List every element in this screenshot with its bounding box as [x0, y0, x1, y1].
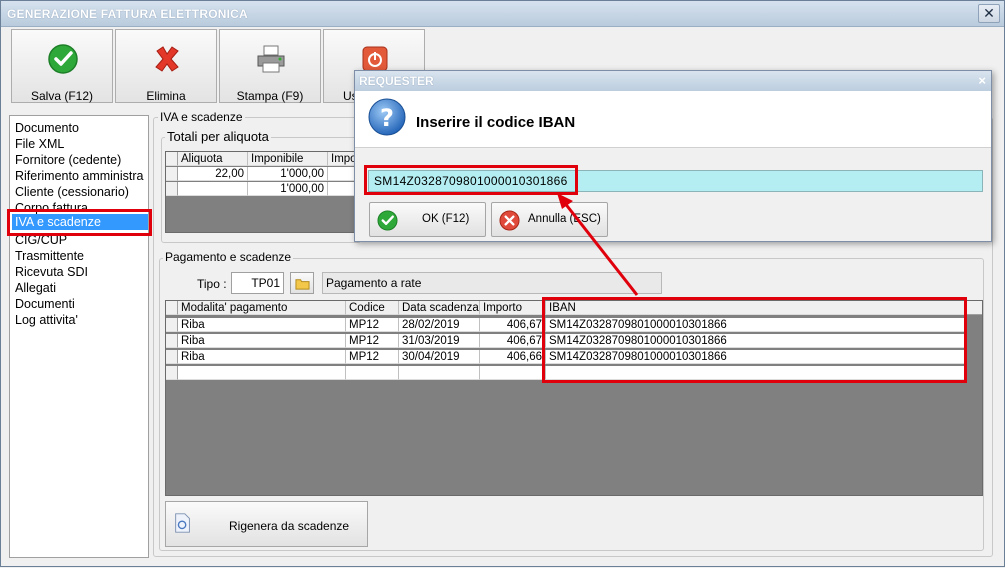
iban-column-highlight [542, 297, 967, 383]
col-aliquota: Aliquota [178, 152, 248, 166]
col-modalita: Modalita' pagamento [178, 301, 346, 315]
title-bar: GENERAZIONE FATTURA ELETTRONICA ✕ [1, 1, 1004, 27]
sidebar-nav: Documento File XML Fornitore (cedente) R… [9, 115, 149, 558]
printer-icon [257, 45, 285, 73]
ok-label: OK (F12) [422, 213, 470, 225]
col-codice: Codice [346, 301, 399, 315]
table-row[interactable]: 1'000,00 [166, 182, 359, 196]
sidebar-item-allegati[interactable]: Allegati [15, 280, 56, 296]
iva-scadenze-title: IVA e scadenze [158, 110, 245, 124]
cancel-button[interactable]: Annulla (ESC) [491, 202, 608, 237]
sidebar-item-log-attivita[interactable]: Log attivita' [15, 312, 78, 328]
totali-table: Aliquota Imponibile Impos 22,00 1'000,00… [165, 151, 360, 233]
sidebar-item-fornitore[interactable]: Fornitore (cedente) [15, 152, 121, 168]
tipo-label: Tipo : [197, 277, 227, 291]
dialog-prompt: Inserire il codice IBAN [416, 114, 576, 131]
cancel-label: Annulla (ESC) [528, 213, 601, 225]
requester-dialog: REQUESTER × ? Inserire il codice IBAN SM… [354, 70, 992, 242]
sidebar-item-documento[interactable]: Documento [15, 120, 79, 136]
col-importo: Importo [480, 301, 546, 315]
ok-button[interactable]: OK (F12) [369, 202, 486, 237]
sidebar-item-file-xml[interactable]: File XML [15, 136, 64, 152]
print-button[interactable]: Stampa (F9) [219, 29, 321, 103]
delete-button[interactable]: Elimina [115, 29, 217, 103]
main-window: GENERAZIONE FATTURA ELETTRONICA ✕ Salva … [0, 0, 1005, 567]
folder-icon [295, 279, 310, 290]
delete-label: Elimina [146, 89, 186, 103]
window-title: GENERAZIONE FATTURA ELETTRONICA [7, 7, 248, 21]
dialog-title: REQUESTER [359, 74, 434, 88]
document-refresh-icon [175, 513, 190, 533]
save-label: Salva (F12) [30, 89, 94, 103]
regenerate-button[interactable]: Rigenera da scadenze [165, 501, 368, 547]
question-icon: ? [368, 98, 406, 136]
regenerate-label: Rigenera da scadenze [229, 519, 350, 533]
iban-input-highlight [364, 165, 578, 195]
sidebar-item-cliente[interactable]: Cliente (cessionario) [15, 184, 129, 200]
sidebar-highlight-box [7, 209, 152, 236]
sidebar-item-documenti[interactable]: Documenti [15, 296, 75, 312]
tipo-input[interactable]: TP01 [231, 272, 284, 294]
totali-title: Totali per aliquota [165, 129, 271, 144]
tipo-lookup-button[interactable] [290, 272, 314, 294]
col-imponibile: Imponibile [248, 152, 328, 166]
pagamento-title: Pagamento e scadenze [163, 250, 294, 264]
sidebar-item-trasmittente[interactable]: Trasmittente [15, 248, 84, 264]
checkmark-icon [377, 210, 398, 231]
col-data-scadenza: Data scadenza [399, 301, 480, 315]
table-row[interactable]: 22,00 1'000,00 [166, 167, 359, 181]
sidebar-item-ricevuta-sdi[interactable]: Ricevuta SDI [15, 264, 88, 280]
cancel-icon [499, 210, 520, 231]
dialog-close-button[interactable]: × [978, 73, 986, 88]
dialog-title-bar: REQUESTER × [355, 71, 991, 91]
tipo-description: Pagamento a rate [322, 272, 662, 294]
dialog-header: ? Inserire il codice IBAN [355, 91, 991, 148]
window-close-button[interactable]: ✕ [978, 4, 1000, 23]
table-header: Aliquota Imponibile Impos [166, 152, 359, 166]
checkmark-icon [48, 44, 78, 74]
svg-text:?: ? [380, 104, 394, 132]
save-button[interactable]: Salva (F12) [11, 29, 113, 103]
red-x-icon [155, 46, 179, 72]
sidebar-item-riferimento[interactable]: Riferimento amministra [15, 168, 144, 184]
print-label: Stampa (F9) [236, 89, 304, 103]
